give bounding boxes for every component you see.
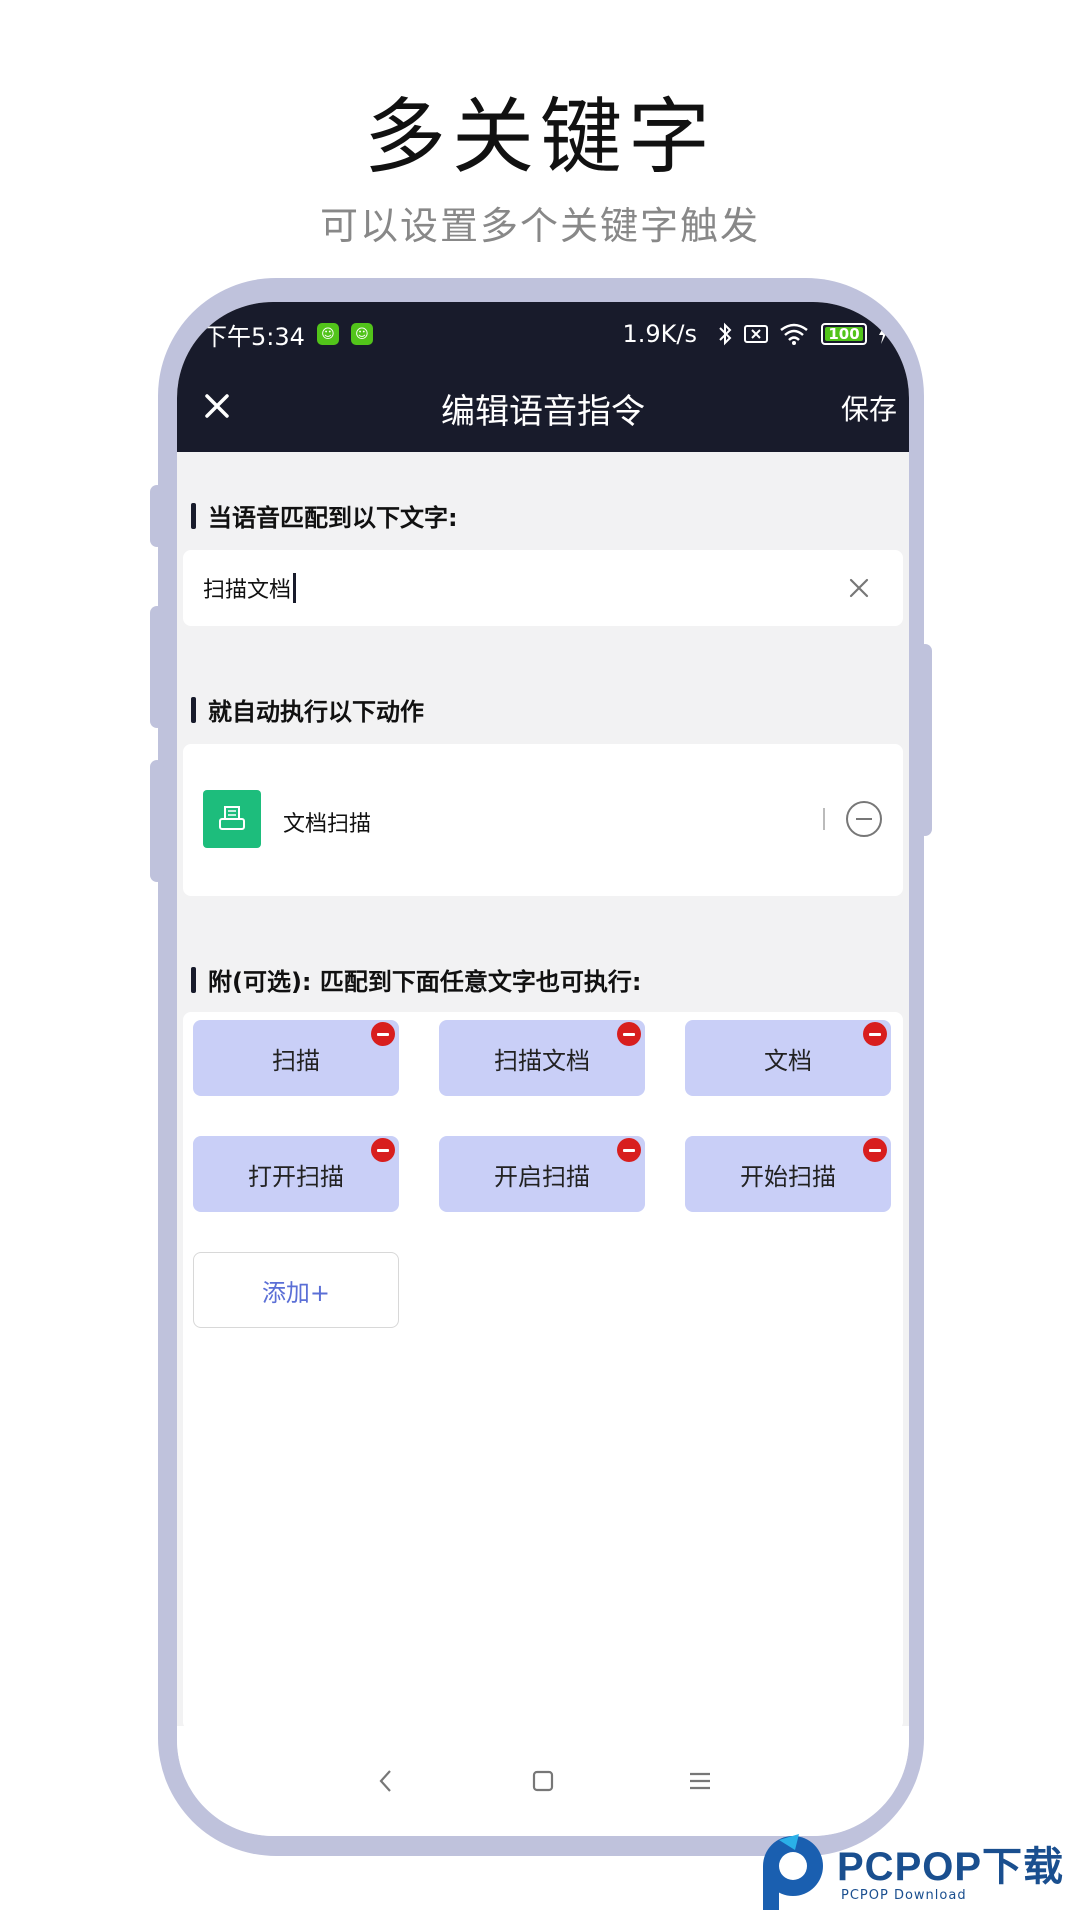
page-title: 编辑语音指令	[441, 392, 645, 432]
nav-home-button[interactable]	[523, 1761, 563, 1801]
save-button[interactable]: 保存	[841, 388, 897, 428]
keyword-label: 扫描	[272, 1046, 320, 1075]
remove-keyword-icon[interactable]	[371, 1022, 395, 1046]
watermark-subtext: PCPOP Download	[841, 1888, 967, 1903]
menu-icon	[690, 1772, 711, 1790]
status-bar: 下午5:34 ☺ ☺ 1.9K/s 100	[203, 316, 889, 352]
keyword-chip[interactable]: 打开扫描	[193, 1136, 399, 1212]
match-text-value[interactable]: 扫描文档	[203, 572, 291, 604]
keyword-label: 开始扫描	[740, 1162, 836, 1191]
remove-keyword-icon[interactable]	[863, 1022, 887, 1046]
app-notification-icon: ☺	[316, 323, 339, 345]
wifi-icon	[779, 322, 809, 346]
keywords-card: 扫描 扫描文档 文档 打开扫描 开启扫描 开始扫描 添加+	[183, 1012, 903, 1730]
remove-keyword-icon[interactable]	[371, 1138, 395, 1162]
text-caret	[293, 573, 297, 603]
keyword-chip[interactable]: 开始扫描	[685, 1136, 891, 1212]
remove-keyword-icon[interactable]	[617, 1138, 641, 1162]
promo-title: 多关键字	[363, 90, 716, 185]
phone-screen: 下午5:34 ☺ ☺ 1.9K/s 100 编辑语音指令 保存 当语音匹配到以下…	[177, 302, 909, 1836]
phone-side-button	[150, 485, 164, 547]
nav-back-button[interactable]	[366, 1761, 406, 1801]
app-bar: 编辑语音指令 保存	[177, 374, 909, 452]
clear-icon	[849, 578, 869, 598]
scanner-icon	[203, 790, 261, 848]
charging-icon	[877, 323, 889, 345]
network-speed: 1.9K/s	[622, 320, 698, 348]
watermark-text: PCPOP下载	[837, 1845, 1065, 1889]
keywords-section-label: 附(可选): 匹配到下面任意文字也可执行:	[191, 962, 642, 997]
home-icon	[532, 1770, 554, 1792]
keyword-chip[interactable]: 开启扫描	[439, 1136, 645, 1212]
keyword-label: 打开扫描	[248, 1162, 344, 1191]
system-nav-bar	[177, 1726, 909, 1836]
nav-menu-button[interactable]	[680, 1761, 720, 1801]
keyword-chip[interactable]: 扫描文档	[439, 1020, 645, 1096]
match-section-label: 当语音匹配到以下文字:	[191, 498, 458, 533]
keyword-label: 扫描文档	[494, 1046, 590, 1075]
minus-circle-icon	[846, 801, 882, 837]
keyword-chip[interactable]: 文档	[685, 1020, 891, 1096]
phone-side-button	[918, 644, 932, 836]
bluetooth-icon	[717, 322, 733, 346]
keyword-label: 文档	[764, 1046, 812, 1075]
phone-side-button	[150, 760, 164, 882]
match-text-input[interactable]: 扫描文档	[183, 550, 903, 626]
battery-icon: 100	[821, 323, 867, 345]
add-keyword-button[interactable]: 添加+	[193, 1252, 399, 1328]
keyword-label: 开启扫描	[494, 1162, 590, 1191]
action-item[interactable]: 文档扫描	[183, 744, 903, 896]
status-time: 下午5:34	[203, 322, 305, 351]
back-icon	[379, 1770, 391, 1792]
promo-subtitle: 可以设置多个关键字触发	[319, 204, 760, 248]
top-bar: 下午5:34 ☺ ☺ 1.9K/s 100 编辑语音指令 保存	[177, 302, 909, 452]
action-section-label: 就自动执行以下动作	[191, 692, 424, 727]
pcpop-logo-icon	[763, 1834, 823, 1910]
keyword-chip[interactable]: 扫描	[193, 1020, 399, 1096]
watermark: PCPOP下载 PCPOP Download	[755, 1830, 1080, 1920]
action-name: 文档扫描	[283, 812, 372, 837]
clear-input-button[interactable]	[845, 574, 873, 602]
divider	[823, 808, 825, 830]
remove-keyword-icon[interactable]	[617, 1022, 641, 1046]
remove-keyword-icon[interactable]	[863, 1138, 887, 1162]
app-notification-icon: ☺	[350, 323, 373, 345]
page: 多关键字 可以设置多个关键字触发 下午5:34 ☺ ☺ 1.9K/s 100 编…	[0, 0, 1080, 1920]
remove-action-button[interactable]	[845, 800, 883, 838]
sim-off-icon	[743, 323, 769, 345]
phone-side-button	[150, 606, 164, 728]
